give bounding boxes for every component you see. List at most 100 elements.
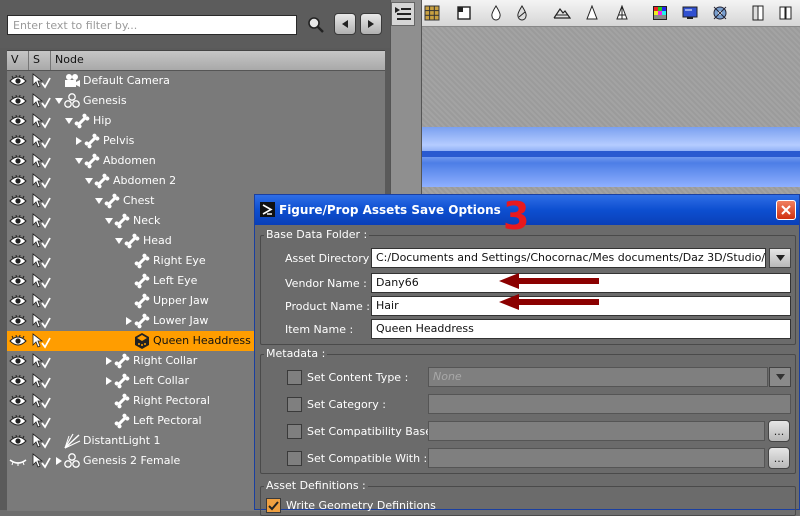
select-cursor-icon[interactable] <box>31 93 51 112</box>
bone-icon <box>113 392 131 410</box>
select-cursor-icon[interactable] <box>31 393 51 412</box>
select-cursor-icon[interactable] <box>31 253 51 272</box>
eye-icon[interactable] <box>9 154 27 170</box>
eye-icon[interactable] <box>9 214 27 230</box>
network-icon[interactable] <box>710 3 730 23</box>
book-icon[interactable] <box>776 3 796 23</box>
set-compatible-with-checkbox[interactable] <box>287 451 302 466</box>
select-cursor-icon[interactable] <box>31 153 51 172</box>
compatible-with-field[interactable] <box>428 448 765 468</box>
column-visible[interactable]: V <box>7 51 29 70</box>
eye-icon[interactable] <box>9 394 27 410</box>
close-icon <box>781 205 791 215</box>
select-cursor-icon[interactable] <box>31 333 51 352</box>
door-icon[interactable] <box>748 3 768 23</box>
eye-icon[interactable] <box>9 274 27 290</box>
set-category-checkbox[interactable] <box>287 397 302 412</box>
eye-icon[interactable] <box>9 414 27 430</box>
select-cursor-icon[interactable] <box>31 173 51 192</box>
tree-row-label: Left Pectoral <box>133 414 202 427</box>
write-geometry-checkbox[interactable] <box>266 498 281 513</box>
tree-row[interactable]: Genesis <box>7 91 385 111</box>
tree-row[interactable]: Abdomen <box>7 151 385 171</box>
filter-input[interactable] <box>7 15 297 35</box>
dialog-title: Figure/Prop Assets Save Options <box>279 203 501 217</box>
select-cursor-icon[interactable] <box>31 73 51 92</box>
tree-row[interactable]: Hip <box>7 111 385 131</box>
select-cursor-icon[interactable] <box>31 133 51 152</box>
content-type-select[interactable]: None <box>428 367 768 387</box>
select-cursor-icon[interactable] <box>31 113 51 132</box>
filter-bar <box>0 0 390 48</box>
tree-row-label: Pelvis <box>103 134 135 147</box>
mountain-icon[interactable] <box>552 3 572 23</box>
compatible-with-browse-button[interactable]: ... <box>768 447 790 469</box>
cone-striped-icon[interactable] <box>612 3 632 23</box>
eye-icon[interactable] <box>9 374 27 390</box>
eye-icon[interactable] <box>9 234 27 250</box>
cone-icon[interactable] <box>582 3 602 23</box>
product-name-label: Product Name : <box>285 300 370 313</box>
tree-row[interactable]: Pelvis <box>7 131 385 151</box>
select-cursor-icon[interactable] <box>31 353 51 372</box>
tree-row-label: Neck <box>133 214 161 227</box>
tree-row-label: Abdomen <box>103 154 156 167</box>
tree-row-label: Right Pectoral <box>133 394 210 407</box>
panel-menu-button[interactable] <box>391 2 415 26</box>
select-cursor-icon[interactable] <box>31 193 51 212</box>
select-cursor-icon[interactable] <box>31 233 51 252</box>
search-icon[interactable] <box>306 15 326 35</box>
eye-closed-icon[interactable] <box>9 455 27 470</box>
frame-icon[interactable] <box>454 3 474 23</box>
eye-icon[interactable] <box>9 114 27 130</box>
monitor-icon[interactable] <box>680 3 700 23</box>
previous-button[interactable] <box>334 13 356 35</box>
select-cursor-icon[interactable] <box>31 433 51 452</box>
tree-row-label: Right Collar <box>133 354 198 367</box>
tree-row-label: Lower Jaw <box>153 314 209 327</box>
category-field[interactable] <box>428 394 791 414</box>
tree-header: V S Node <box>7 51 385 71</box>
content-type-dropdown[interactable] <box>769 367 791 387</box>
eye-icon[interactable] <box>9 254 27 270</box>
eye-icon[interactable] <box>9 434 27 450</box>
eye-icon[interactable] <box>9 334 27 350</box>
asset-directory-field[interactable]: C:/Documents and Settings/Chocornac/Mes … <box>371 248 766 268</box>
grid-icon[interactable] <box>422 3 442 23</box>
select-cursor-icon[interactable] <box>31 273 51 292</box>
set-compatibility-base-checkbox[interactable] <box>287 424 302 439</box>
eye-icon[interactable] <box>9 174 27 190</box>
column-selectable[interactable]: S <box>29 51 51 70</box>
color-chart-icon[interactable] <box>650 3 670 23</box>
select-cursor-icon[interactable] <box>31 413 51 432</box>
bone-icon <box>113 352 131 370</box>
bone-icon <box>73 112 91 130</box>
close-button[interactable] <box>776 200 796 220</box>
drop-outline-icon[interactable] <box>512 3 532 23</box>
eye-icon[interactable] <box>9 294 27 310</box>
set-content-type-checkbox[interactable] <box>287 370 302 385</box>
eye-icon[interactable] <box>9 134 27 150</box>
drop-icon[interactable] <box>486 3 506 23</box>
bone-icon <box>133 292 151 310</box>
select-cursor-icon[interactable] <box>31 453 51 472</box>
compatibility-base-browse-button[interactable]: ... <box>768 420 790 442</box>
next-button[interactable] <box>360 13 382 35</box>
item-name-field[interactable]: Queen Headdress <box>371 319 791 339</box>
select-cursor-icon[interactable] <box>31 213 51 232</box>
eye-icon[interactable] <box>9 194 27 210</box>
compatibility-base-field[interactable] <box>428 421 765 441</box>
eye-icon[interactable] <box>9 74 27 90</box>
asset-directory-dropdown[interactable] <box>769 248 791 268</box>
select-cursor-icon[interactable] <box>31 293 51 312</box>
select-cursor-icon[interactable] <box>31 313 51 332</box>
tree-row[interactable]: Abdomen 2 <box>7 171 385 191</box>
column-node[interactable]: Node <box>51 51 385 70</box>
select-cursor-icon[interactable] <box>31 373 51 392</box>
asset-definitions-title: Asset Definitions : <box>264 479 368 492</box>
eye-icon[interactable] <box>9 354 27 370</box>
tree-row[interactable]: Default Camera <box>7 71 385 91</box>
tree-row-label: Right Eye <box>153 254 206 267</box>
eye-icon[interactable] <box>9 314 27 330</box>
eye-icon[interactable] <box>9 94 27 110</box>
